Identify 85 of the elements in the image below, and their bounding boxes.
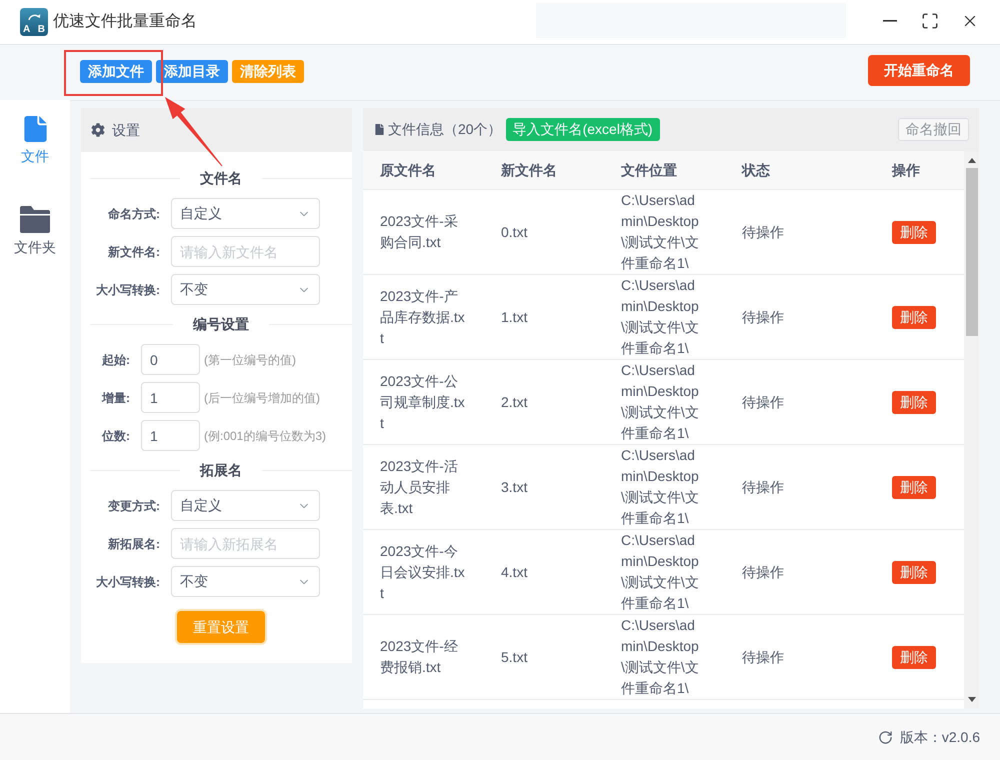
table-cell-text: C:\Users\admin\Desktop\测试文件\文件重命名1\ bbox=[621, 191, 700, 273]
table-cell-text: C:\Users\admin\Desktop\测试文件\文件重命名1\ bbox=[621, 531, 700, 613]
table-cell-text: C:\Users\admin\Desktop\测试文件\文件重命名1\ bbox=[621, 276, 700, 358]
column-header: 原文件名 bbox=[378, 160, 437, 180]
form-label: 新文件名: bbox=[107, 244, 160, 260]
form-label: 命名方式: bbox=[107, 206, 160, 222]
delete-button[interactable]: 删除 bbox=[892, 220, 936, 244]
scrollbar[interactable] bbox=[964, 151, 979, 709]
folder-icon bbox=[20, 206, 50, 233]
table-cell-text: 2023文件-采购合同.txt bbox=[380, 212, 459, 252]
delete-button[interactable]: 删除 bbox=[892, 476, 936, 498]
logo-letter: B bbox=[38, 24, 45, 35]
table-cell-text: 2023文件-今日会议安排.txt bbox=[380, 542, 466, 602]
version-text: 版本：v2.0.6 bbox=[900, 728, 980, 746]
start-rename-button[interactable]: 开始重命名 bbox=[868, 55, 970, 86]
table-cell: 3.txt bbox=[501, 478, 528, 494]
file-icon bbox=[24, 116, 46, 142]
logo-letter: A bbox=[23, 24, 30, 35]
sidebar-item[interactable]: 文件夹 bbox=[3, 206, 67, 257]
scrollbar-thumb[interactable] bbox=[966, 168, 978, 336]
panel-title: 文件信息（20个） bbox=[388, 120, 502, 139]
form-label: 大小写转换: bbox=[95, 282, 160, 298]
number-input[interactable]: 0 bbox=[141, 344, 200, 375]
column-header: 状态 bbox=[740, 160, 771, 180]
select-field[interactable]: 自定义 bbox=[171, 198, 320, 229]
field-hint: (后一位编号增加的值) bbox=[204, 390, 320, 406]
field-hint: (第一位编号的值) bbox=[204, 352, 296, 368]
table-cell: 待操作 bbox=[742, 478, 784, 494]
table-cell-text: C:\Users\admin\Desktop\测试文件\文件重命名1\ bbox=[621, 446, 700, 528]
section-title: 编号设置 bbox=[192, 314, 250, 334]
column-header: 操作 bbox=[890, 160, 921, 180]
scroll-up-icon[interactable] bbox=[968, 158, 976, 163]
form-label: 新拓展名: bbox=[107, 536, 160, 552]
table-cell-text: 2023文件-活动人员安排表.txt bbox=[380, 456, 459, 518]
delete-button[interactable]: 删除 bbox=[892, 390, 936, 414]
text-input[interactable]: 请输入新文件名 bbox=[171, 236, 320, 267]
number-input[interactable]: 1 bbox=[141, 382, 200, 413]
minimize-icon bbox=[883, 20, 897, 22]
table-cell: 待操作 bbox=[742, 394, 784, 410]
table-cell: 待操作 bbox=[742, 564, 784, 580]
section-title: 拓展名 bbox=[198, 460, 243, 480]
scroll-down-icon[interactable] bbox=[968, 697, 976, 702]
form-label: 起始: bbox=[101, 352, 130, 368]
settings-icon bbox=[91, 123, 105, 137]
panel-title: 设置 bbox=[112, 120, 140, 140]
section-title: 文件名 bbox=[199, 168, 243, 188]
table-cell: 0.txt bbox=[501, 224, 528, 240]
field-hint: (例:001的编号位数为3) bbox=[204, 428, 326, 444]
import-button[interactable]: 导入文件名(excel格式) bbox=[506, 118, 660, 141]
file-icon bbox=[374, 124, 385, 135]
select-field[interactable]: 自定义 bbox=[171, 490, 320, 521]
column-header: 文件位置 bbox=[620, 160, 678, 180]
table-cell: 4.txt bbox=[501, 564, 528, 580]
delete-button[interactable]: 删除 bbox=[892, 646, 936, 668]
maximize-icon bbox=[921, 12, 939, 30]
toolbar-button[interactable]: 添加目录 bbox=[156, 60, 228, 83]
text-input[interactable]: 请输入新拓展名 bbox=[171, 528, 320, 559]
table-cell-text: 2023文件-经费报销.txt bbox=[380, 637, 459, 677]
sidebar-item[interactable]: 文件 bbox=[3, 116, 67, 166]
table-cell-text: 2023文件-产品库存数据.txt bbox=[380, 286, 466, 348]
window-title: 优速文件批量重命名 bbox=[53, 12, 197, 32]
table-cell-text: C:\Users\admin\Desktop\测试文件\文件重命名1\ bbox=[621, 616, 700, 698]
table-cell: 2.txt bbox=[501, 394, 528, 410]
table-cell-text: 2023文件-公司规章制度.txt bbox=[380, 372, 466, 432]
form-label: 增量: bbox=[100, 390, 130, 406]
select-field[interactable]: 不变 bbox=[171, 566, 320, 597]
annotation-arrow bbox=[165, 97, 223, 167]
form-label: 变更方式: bbox=[106, 498, 160, 514]
number-input[interactable]: 1 bbox=[141, 420, 200, 451]
table-cell: 待操作 bbox=[742, 648, 784, 664]
table-cell-text: C:\Users\admin\Desktop\测试文件\文件重命名1\ bbox=[621, 361, 700, 443]
form-label: 大小写转换: bbox=[95, 574, 160, 590]
toolbar-button[interactable]: 添加文件 bbox=[80, 60, 152, 83]
toolbar-button[interactable]: 清除列表 bbox=[232, 60, 304, 83]
delete-button[interactable]: 删除 bbox=[892, 560, 936, 584]
table-cell: 待操作 bbox=[742, 308, 784, 324]
table-cell: 5.txt bbox=[501, 648, 528, 664]
column-header: 新文件名 bbox=[500, 160, 558, 180]
table-cell: 1.txt bbox=[501, 308, 528, 324]
refresh-icon[interactable] bbox=[878, 730, 893, 744]
select-field[interactable]: 不变 bbox=[171, 274, 320, 305]
form-label: 位数: bbox=[100, 428, 130, 444]
delete-button[interactable]: 删除 bbox=[892, 306, 936, 328]
reset-button[interactable]: 重置设置 bbox=[177, 611, 265, 643]
table-cell: 待操作 bbox=[742, 224, 784, 240]
